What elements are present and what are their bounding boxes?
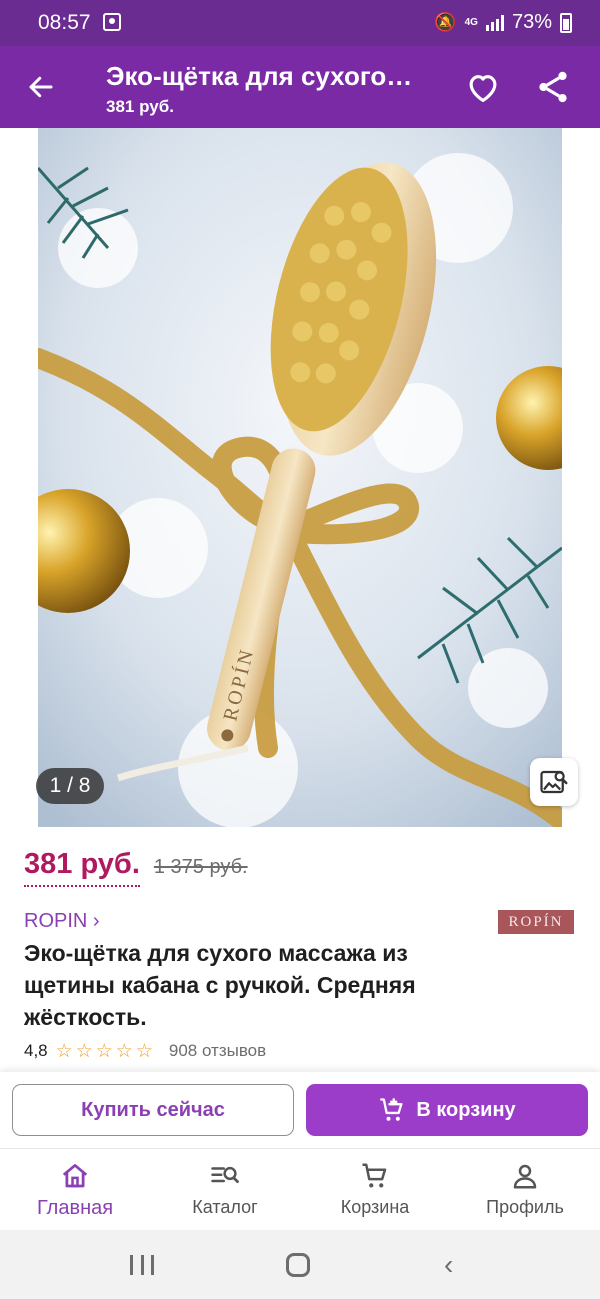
gallery-counter: 1 / 8	[36, 768, 104, 804]
bottom-nav: Главная Каталог Корзина Профиль	[0, 1148, 600, 1230]
image-search-icon	[540, 770, 568, 794]
mute-icon: 🔕	[434, 12, 457, 32]
nav-label-profile: Профиль	[486, 1197, 564, 1217]
profile-icon	[513, 1164, 537, 1189]
catalog-search-icon	[211, 1166, 239, 1183]
reviews-count[interactable]: 908 отзывов	[169, 1041, 266, 1061]
price-row: 381 руб. 1 375 руб.	[24, 848, 248, 887]
buy-now-button[interactable]: Купить сейчас	[12, 1084, 294, 1136]
add-to-cart-label: В корзину	[416, 1098, 516, 1121]
product-title: Эко-щётка для сухого массажа из щетины к…	[24, 940, 416, 1030]
recent-apps-button[interactable]	[130, 1255, 154, 1275]
system-nav-bar: ‹	[0, 1230, 600, 1299]
status-time: 08:57	[38, 11, 91, 34]
star-icon: ☆	[75, 1040, 93, 1062]
nav-label-catalog: Каталог	[192, 1197, 258, 1217]
app-bar: Эко-щётка для сухого… 381 руб.	[0, 46, 600, 128]
network-type-icon: 4G	[464, 16, 478, 28]
star-icon: ☆	[115, 1040, 133, 1062]
nav-item-catalog[interactable]: Каталог	[150, 1149, 300, 1230]
add-to-cart-button[interactable]: В корзину	[306, 1084, 588, 1136]
buy-now-label: Купить сейчас	[81, 1098, 225, 1121]
image-search-button[interactable]	[530, 758, 578, 806]
app-bar-price: 381 руб.	[106, 97, 174, 116]
back-button[interactable]	[24, 70, 58, 104]
home-icon	[62, 1164, 88, 1188]
share-icon	[539, 71, 567, 103]
nav-item-profile[interactable]: Профиль	[450, 1149, 600, 1230]
brand-link[interactable]: ROPIN ›	[24, 910, 100, 933]
product-image[interactable]: ROPÍN	[38, 128, 562, 827]
rating-row[interactable]: 4,8 ☆ ☆ ☆ ☆ ☆ 908 отзывов	[24, 1041, 266, 1061]
share-button[interactable]	[534, 68, 572, 106]
battery-percent: 73%	[511, 11, 552, 33]
star-icon: ☆	[135, 1040, 153, 1062]
signal-icon	[485, 14, 504, 31]
battery-icon	[560, 12, 572, 33]
star-icon: ☆	[95, 1040, 113, 1062]
status-indicators: 🔕 4G 73%	[434, 11, 572, 34]
brand-logo[interactable]: ROPÍN	[498, 910, 574, 934]
status-bar: 08:57 🔕 4G 73%	[0, 0, 600, 46]
nav-label-cart: Корзина	[340, 1197, 410, 1217]
home-system-button[interactable]	[286, 1253, 310, 1277]
notification-icon	[103, 13, 121, 31]
cart-icon	[362, 1163, 387, 1188]
cart-plus-icon	[380, 1098, 403, 1121]
current-price[interactable]: 381 руб.	[24, 848, 140, 887]
star-icon: ☆	[55, 1040, 73, 1062]
rating-stars: ☆ ☆ ☆ ☆ ☆	[56, 1042, 153, 1061]
heart-icon	[469, 75, 497, 103]
nav-label-home: Главная	[36, 1197, 114, 1219]
rating-value: 4,8	[24, 1041, 48, 1060]
old-price: 1 375 руб.	[153, 856, 248, 878]
action-bar: Купить сейчас В корзину	[0, 1072, 600, 1148]
favorite-button[interactable]	[464, 68, 502, 106]
back-system-button[interactable]: ‹	[444, 1251, 453, 1279]
nav-item-home[interactable]: Главная	[0, 1149, 150, 1230]
arrow-left-icon	[29, 76, 53, 98]
nav-item-cart[interactable]: Корзина	[300, 1149, 450, 1230]
app-bar-title: Эко-щётка для сухого…	[106, 61, 413, 91]
